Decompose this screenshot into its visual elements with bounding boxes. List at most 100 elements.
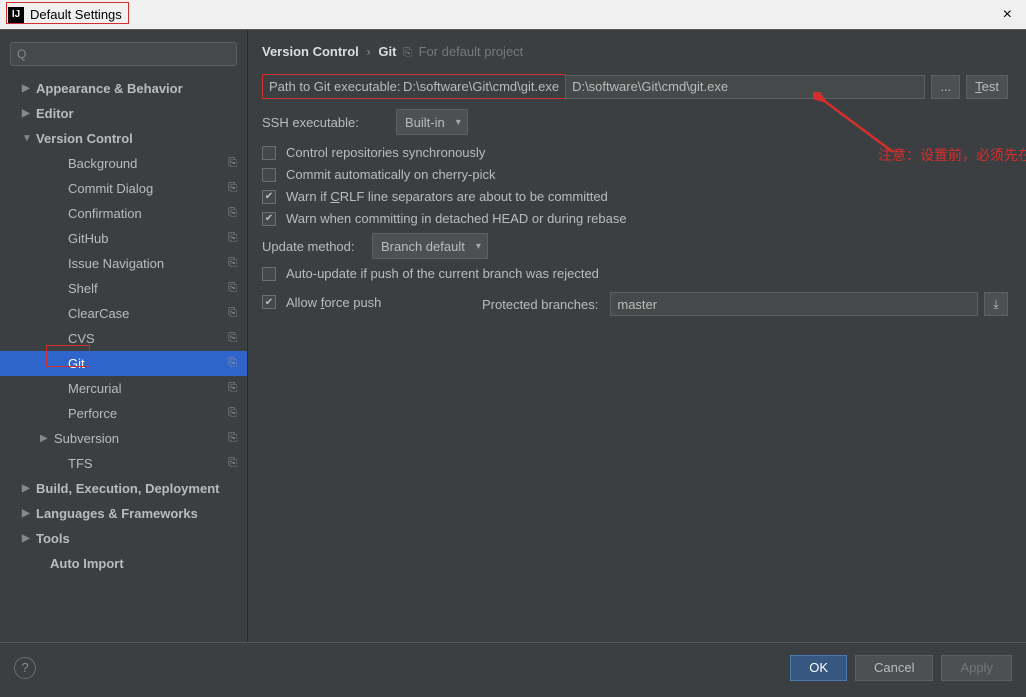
checkbox[interactable] xyxy=(262,212,276,226)
project-badge-icon: ⎘ xyxy=(228,257,237,270)
project-badge-icon: ⎘ xyxy=(228,457,237,470)
path-label: Path to Git executable: xyxy=(269,79,403,94)
checkbox-label: Warn if CRLF line separators are about t… xyxy=(286,189,608,204)
window-title: Default Settings xyxy=(30,7,997,22)
checkbox[interactable] xyxy=(262,146,276,160)
sidebar-item-label: Auto Import xyxy=(50,556,124,571)
project-badge-icon: ⎘ xyxy=(228,407,237,420)
main-area: Q ▶Appearance & Behavior▶Editor▼Version … xyxy=(0,30,1026,642)
sidebar-item-label: Issue Navigation xyxy=(68,256,164,271)
sidebar-item-confirmation[interactable]: Confirmation⎘ xyxy=(0,201,247,226)
sidebar-item-shelf[interactable]: Shelf⎘ xyxy=(0,276,247,301)
sidebar-item-label: Commit Dialog xyxy=(68,181,153,196)
sidebar-item-version-control[interactable]: ▼Version Control xyxy=(0,126,247,151)
sidebar-item-perforce[interactable]: Perforce ⎘ xyxy=(0,401,247,426)
checkbox[interactable] xyxy=(262,295,276,309)
sidebar-item-label: ClearCase xyxy=(68,306,129,321)
breadcrumb: Version Control › Git ⎘ For default proj… xyxy=(262,44,1008,60)
cancel-button[interactable]: Cancel xyxy=(855,655,933,681)
sidebar-item-label: Confirmation xyxy=(68,206,142,221)
update-select[interactable]: Branch default xyxy=(372,233,488,259)
sidebar-item-label: Build, Execution, Deployment xyxy=(36,481,219,496)
browse-button[interactable]: ... xyxy=(931,75,960,99)
project-badge-icon: ⎘ xyxy=(228,282,237,295)
protected-branches-input[interactable] xyxy=(610,292,978,316)
sidebar: Q ▶Appearance & Behavior▶Editor▼Version … xyxy=(0,30,248,642)
project-badge-icon: ⎘ xyxy=(228,307,237,320)
sidebar-item-editor[interactable]: ▶Editor xyxy=(0,101,247,126)
breadcrumb-current: Git xyxy=(378,44,396,59)
checkbox-row-4: Auto-update if push of the current branc… xyxy=(262,266,1008,281)
sidebar-item-git[interactable]: Git ⎘ xyxy=(0,351,247,376)
sidebar-item-background[interactable]: Background ⎘ xyxy=(0,151,247,176)
titlebar: IJ Default Settings × xyxy=(0,0,1026,30)
sidebar-item-label: GitHub xyxy=(68,231,108,246)
close-icon[interactable]: × xyxy=(997,6,1018,24)
sidebar-item-clearcase[interactable]: ClearCase ⎘ xyxy=(0,301,247,326)
ok-button[interactable]: OK xyxy=(790,655,847,681)
breadcrumb-root[interactable]: Version Control xyxy=(262,44,359,59)
sidebar-item-label: Background xyxy=(68,156,137,171)
sidebar-item-label: Perforce xyxy=(68,406,117,421)
checkbox[interactable] xyxy=(262,168,276,182)
ssh-label: SSH executable: xyxy=(262,115,396,130)
project-badge-icon: ⎘ xyxy=(228,432,237,445)
ssh-select[interactable]: Built-in xyxy=(396,109,468,135)
sidebar-item-appearance-behavior[interactable]: ▶Appearance & Behavior xyxy=(0,76,247,101)
path-row: Path to Git executable: D:\software\Git\… xyxy=(262,74,1008,99)
sidebar-item-github[interactable]: GitHub ⎘ xyxy=(0,226,247,251)
checkbox-row-1: Commit automatically on cherry-pick xyxy=(262,167,1008,182)
sidebar-item-label: Mercurial xyxy=(68,381,121,396)
app-icon: IJ xyxy=(8,7,24,23)
sidebar-item-auto-import[interactable]: Auto Import xyxy=(0,551,247,576)
protected-branches-row: Protected branches:⤓ xyxy=(482,292,1008,316)
update-label: Update method: xyxy=(262,239,372,254)
project-badge-icon: ⎘ xyxy=(228,382,237,395)
arrow-icon: ▶ xyxy=(22,83,36,94)
arrow-icon: ▼ xyxy=(22,133,36,144)
apply-button[interactable]: Apply xyxy=(941,655,1012,681)
project-badge-icon: ⎘ xyxy=(228,157,237,170)
expand-icon-button[interactable]: ⤓ xyxy=(984,292,1008,316)
test-button[interactable]: Test xyxy=(966,75,1008,99)
annotation-text: 注意：设置前，必须先在本地环境安装好Git程序。 xyxy=(878,145,1026,165)
sidebar-item-commit-dialog[interactable]: Commit Dialog ⎘ xyxy=(0,176,247,201)
sidebar-item-cvs[interactable]: CVS⎘ xyxy=(0,326,247,351)
sidebar-item-issue-navigation[interactable]: Issue Navigation ⎘ xyxy=(0,251,247,276)
breadcrumb-note: For default project xyxy=(419,44,524,59)
help-button[interactable]: ? xyxy=(14,657,36,679)
update-row: Update method: Branch default xyxy=(262,233,1008,259)
sidebar-item-label: Git xyxy=(68,356,85,371)
sidebar-item-build-execution-deployment[interactable]: ▶Build, Execution, Deployment xyxy=(0,476,247,501)
git-path-input[interactable] xyxy=(565,75,925,99)
checkbox-label: Warn when committing in detached HEAD or… xyxy=(286,211,627,226)
path-preview: D:\software\Git\cmd\git.exe xyxy=(403,79,559,94)
project-badge-icon: ⎘ xyxy=(228,182,237,195)
sidebar-item-subversion[interactable]: ▶Subversion⎘ xyxy=(0,426,247,451)
sidebar-item-languages-frameworks[interactable]: ▶Languages & Frameworks xyxy=(0,501,247,526)
checkbox-label: Control repositories synchronously xyxy=(286,145,485,160)
sidebar-item-label: Subversion xyxy=(54,431,119,446)
search-input[interactable]: Q xyxy=(10,42,237,66)
arrow-icon: ▶ xyxy=(22,483,36,494)
sidebar-item-mercurial[interactable]: Mercurial ⎘ xyxy=(0,376,247,401)
annotation-box-path: Path to Git executable: D:\software\Git\… xyxy=(262,74,566,99)
content-panel: Version Control › Git ⎘ For default proj… xyxy=(248,30,1026,642)
checkbox-label: Commit automatically on cherry-pick xyxy=(286,167,496,182)
ssh-row: SSH executable: Built-in xyxy=(262,109,1008,135)
checkbox[interactable] xyxy=(262,267,276,281)
sidebar-item-tools[interactable]: ▶Tools xyxy=(0,526,247,551)
sidebar-item-label: Editor xyxy=(36,106,74,121)
sidebar-item-label: Tools xyxy=(36,531,70,546)
checkbox-row-5: Allow force pushProtected branches:⤓ xyxy=(262,288,1008,316)
project-badge-icon: ⎘ xyxy=(228,232,237,245)
checkbox[interactable] xyxy=(262,190,276,204)
project-badge-icon: ⎘ xyxy=(228,332,237,345)
sidebar-item-label: Version Control xyxy=(36,131,133,146)
sidebar-item-label: Languages & Frameworks xyxy=(36,506,198,521)
arrow-icon: ▶ xyxy=(22,508,36,519)
sidebar-item-label: Appearance & Behavior xyxy=(36,81,183,96)
sidebar-item-tfs[interactable]: TFS⎘ xyxy=(0,451,247,476)
search-icon: Q xyxy=(17,47,26,61)
project-badge-icon: ⎘ xyxy=(228,357,237,370)
